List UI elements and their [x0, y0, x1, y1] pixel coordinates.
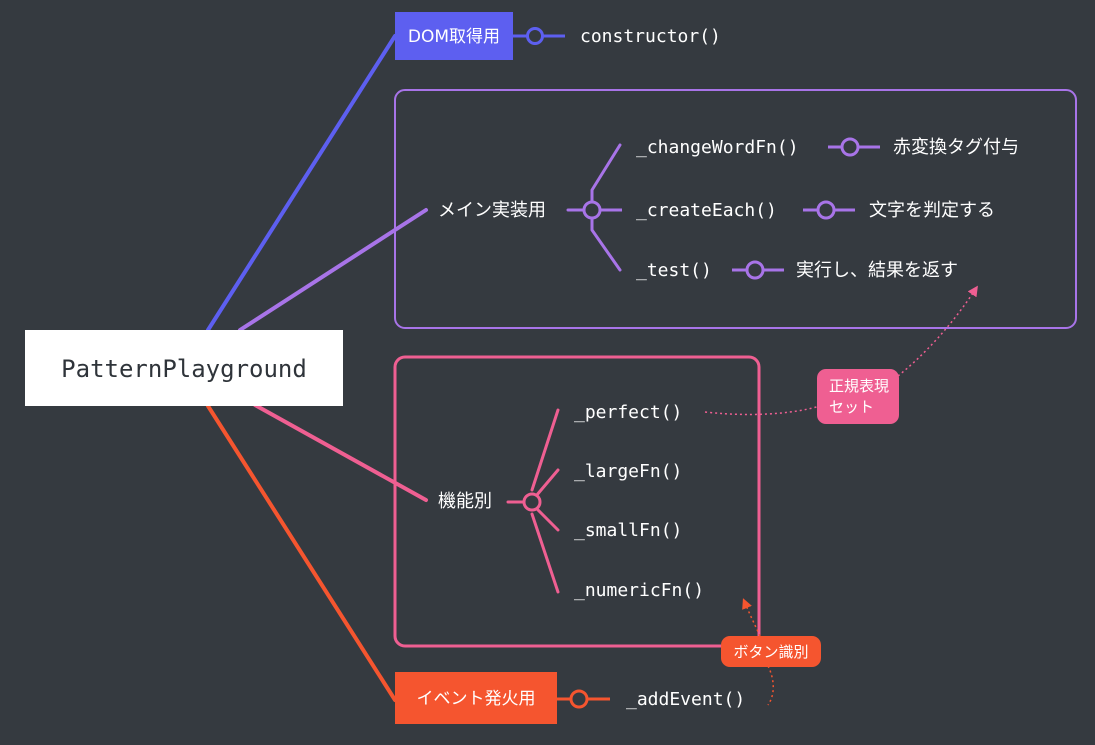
feature-method-numeric[interactable]: _numericFn(): [574, 580, 704, 601]
mindmap-canvas: PatternPlayground DOM取得用 constructor() メ…: [25, 12, 1077, 724]
event-label: イベント発火用: [417, 689, 536, 709]
feature-method-perfect[interactable]: _perfect(): [574, 402, 682, 423]
main-method-createeach[interactable]: _createEach(): [636, 200, 777, 221]
feature-method-large[interactable]: _largeFn(): [574, 461, 682, 482]
main-link-knob-0[interactable]: [840, 137, 860, 157]
regex-callout[interactable]: 正規表現 セット: [817, 369, 899, 424]
button-callout[interactable]: ボタン識別: [721, 636, 821, 667]
connector-root-event: [206, 404, 397, 702]
dom-method[interactable]: constructor(): [580, 26, 721, 47]
feature-fork-knob[interactable]: [522, 492, 542, 512]
dom-link-knob[interactable]: [526, 27, 544, 45]
main-link-knob-2[interactable]: [745, 260, 765, 280]
button-callout-connector: [767, 665, 774, 706]
button-callout-label: ボタン識別: [733, 643, 808, 661]
main-note-changeword: 赤変換タグ付与: [893, 137, 1019, 158]
main-fork-knob[interactable]: [582, 200, 602, 220]
main-link-knob-1[interactable]: [816, 200, 836, 220]
regex-callout-line1: 正規表現: [829, 377, 889, 395]
feature-label[interactable]: 機能別: [438, 491, 492, 512]
main-note-createeach: 文字を判定する: [869, 200, 995, 221]
feature-method-small[interactable]: _smallFn(): [574, 520, 682, 541]
main-method-test[interactable]: _test(): [636, 260, 712, 281]
branch-dom[interactable]: DOM取得用: [395, 12, 513, 60]
main-method-changeword[interactable]: _changeWordFn(): [636, 137, 799, 158]
main-label[interactable]: メイン実装用: [438, 200, 546, 221]
connector-root-feature: [253, 403, 428, 502]
main-note-test: 実行し、結果を返す: [796, 260, 958, 281]
root-node[interactable]: PatternPlayground: [25, 330, 343, 406]
connector-root-dom: [206, 34, 397, 332]
regex-callout-connector: [704, 405, 821, 416]
event-link-knob[interactable]: [569, 689, 589, 709]
dom-label: DOM取得用: [408, 27, 500, 47]
regex-callout-line2: セット: [829, 398, 874, 416]
root-node-label: PatternPlayground: [61, 355, 307, 383]
event-method[interactable]: _addEvent(): [626, 689, 745, 710]
regex-callout-arrow: [897, 285, 978, 377]
branch-event[interactable]: イベント発火用: [395, 672, 557, 724]
connector-root-main: [238, 208, 428, 332]
